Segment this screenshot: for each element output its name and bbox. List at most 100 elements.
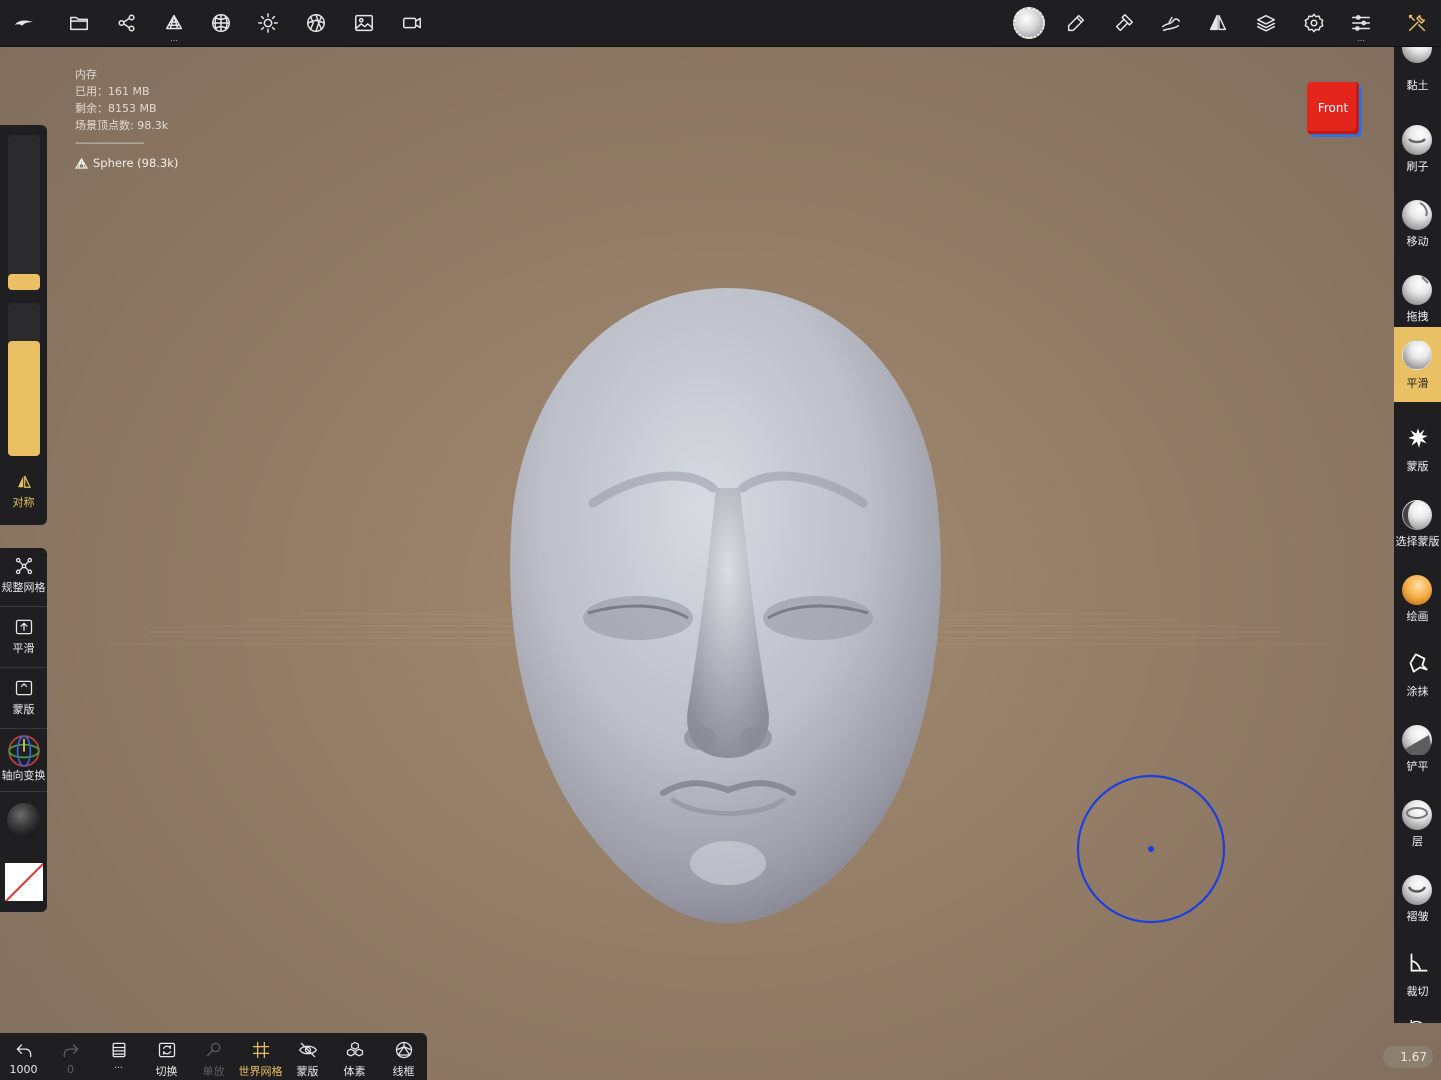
tool-select-mask-label: 选择蒙版 bbox=[1395, 535, 1440, 548]
shading-icon[interactable] bbox=[298, 6, 334, 40]
tool-mask[interactable]: 蒙版 bbox=[1394, 410, 1441, 485]
mesh-icon bbox=[75, 158, 88, 169]
tool-layer[interactable]: 层 bbox=[1394, 785, 1441, 860]
layers-icon[interactable] bbox=[1248, 6, 1284, 40]
toggle-swap-icon bbox=[158, 1042, 175, 1058]
tool-trim[interactable]: 裁切 bbox=[1394, 935, 1441, 1010]
symmetry-toggle[interactable]: 对称 bbox=[0, 467, 47, 517]
right-tool-panel: 黏土 刷子 移动 拖拽 平滑 蒙版 选择蒙版 绘画 涂抹 铲平 层 褶皱 裁切 bbox=[1394, 47, 1441, 1023]
color-swatch[interactable] bbox=[5, 863, 43, 901]
camera-icon[interactable] bbox=[394, 6, 430, 40]
settings-icon[interactable] bbox=[1296, 6, 1332, 40]
smooth-label: 平滑 bbox=[12, 642, 35, 655]
tool-select-mask[interactable]: 选择蒙版 bbox=[1394, 485, 1441, 560]
redo-icon bbox=[63, 1044, 78, 1058]
left-brush-panel: 对称 bbox=[0, 125, 47, 525]
sculpt-viewport[interactable] bbox=[48, 48, 1393, 1033]
tool-trim-label: 裁切 bbox=[1406, 985, 1429, 998]
undo-icon bbox=[16, 1044, 31, 1058]
tool-drag-label: 拖拽 bbox=[1406, 310, 1429, 323]
tool-flatten-label: 铲平 bbox=[1406, 760, 1429, 773]
tool-smudge-label: 涂抹 bbox=[1406, 685, 1429, 698]
tool-crease-label: 褶皱 bbox=[1406, 910, 1429, 923]
tool-smooth-label: 平滑 bbox=[1406, 377, 1429, 390]
symmetry-icon[interactable] bbox=[1200, 6, 1236, 40]
light-icon[interactable] bbox=[250, 6, 286, 40]
tool-brush[interactable]: 刷子 bbox=[1394, 110, 1441, 185]
scene-vertex-count: 场景顶点数: 98.3k bbox=[75, 119, 169, 132]
material-sphere-icon[interactable] bbox=[203, 6, 239, 40]
clay-icon bbox=[1402, 47, 1432, 63]
tool-paint-label: 绘画 bbox=[1406, 610, 1429, 623]
material-preview[interactable] bbox=[7, 803, 41, 837]
radius-slider-fill bbox=[8, 274, 40, 290]
wireframe-label: 线框 bbox=[392, 1065, 415, 1078]
smooth-button[interactable]: 平滑 bbox=[0, 617, 47, 656]
mask-splat-icon bbox=[1408, 428, 1428, 448]
brush-cursor bbox=[1076, 774, 1226, 924]
symmetry-toggle-icon bbox=[17, 475, 31, 488]
mask-button[interactable]: 蒙版 bbox=[0, 678, 47, 717]
background-image-icon[interactable] bbox=[346, 6, 382, 40]
trim-icon bbox=[1410, 953, 1428, 972]
symmetry-label: 对称 bbox=[12, 496, 35, 509]
hammer-icon[interactable] bbox=[1106, 6, 1142, 40]
history-stack-icon bbox=[112, 1042, 125, 1058]
tool-brush-label: 刷子 bbox=[1406, 160, 1429, 173]
smooth-icon bbox=[15, 619, 32, 635]
top-toolbar: ... ... bbox=[0, 0, 1441, 47]
view-cube[interactable]: Front bbox=[1307, 82, 1359, 134]
scene-graph-icon[interactable] bbox=[109, 6, 145, 40]
tool-smooth[interactable]: 平滑 bbox=[1394, 327, 1441, 402]
scene-info: 内存 已用：161 MB 剩余：8153 MB 场景顶点数: 98.3k ---… bbox=[75, 66, 178, 172]
solo-search-icon bbox=[206, 1042, 220, 1057]
smudge-icon bbox=[1409, 653, 1428, 673]
scale-value: 1.67 bbox=[1400, 1050, 1427, 1064]
tool-move[interactable]: 移动 bbox=[1394, 185, 1441, 260]
left-tools-panel: 规整网格 平滑 蒙版 轴向变换 bbox=[0, 548, 47, 912]
intensity-slider[interactable] bbox=[8, 303, 40, 456]
brush-pen-icon[interactable] bbox=[1058, 6, 1094, 40]
remesh-label: 规整网格 bbox=[1, 581, 46, 594]
face-mesh bbox=[510, 288, 941, 923]
wireframe-button[interactable]: 线框 bbox=[380, 1033, 427, 1080]
sliders-icon[interactable]: ... bbox=[1343, 6, 1379, 43]
redo-button[interactable]: 0 bbox=[47, 1033, 94, 1080]
tool-move-label: 移动 bbox=[1406, 235, 1429, 248]
sculpt-stroke-icon[interactable] bbox=[1153, 6, 1189, 40]
tool-more[interactable] bbox=[1394, 1010, 1441, 1023]
logo-icon[interactable] bbox=[6, 6, 42, 40]
tool-paint[interactable]: 绘画 bbox=[1394, 560, 1441, 635]
eye-off-icon bbox=[298, 1042, 317, 1058]
mesh-entry[interactable]: Sphere (98.3k) bbox=[75, 155, 178, 172]
gizmo-icon bbox=[7, 735, 40, 767]
tool-clay-label: 黏土 bbox=[1406, 79, 1429, 92]
gizmo-button[interactable]: 轴向变换 bbox=[0, 734, 47, 783]
tool-mask-label: 蒙版 bbox=[1406, 460, 1429, 473]
remesh-icon bbox=[15, 557, 32, 575]
remesh-button[interactable]: 规整网格 bbox=[0, 556, 47, 595]
mesh-name: Sphere (98.3k) bbox=[93, 156, 179, 170]
voxel-cubes-icon bbox=[346, 1041, 363, 1057]
smooth-ball-icon bbox=[1402, 340, 1432, 370]
bottom-toolbar: 1000 0 ... 切换 单放 世界网格 蒙版 体素 线框 bbox=[0, 1033, 427, 1080]
more-tools-icon bbox=[1410, 1019, 1423, 1023]
tool-drag[interactable]: 拖拽 bbox=[1394, 260, 1441, 335]
tool-crease[interactable]: 褶皱 bbox=[1394, 860, 1441, 935]
tool-flatten[interactable]: 铲平 bbox=[1394, 710, 1441, 785]
scale-indicator[interactable]: 1.67 bbox=[1383, 1046, 1433, 1068]
tool-layer-label: 层 bbox=[1412, 835, 1423, 848]
grid-icon bbox=[252, 1041, 269, 1059]
radius-slider[interactable] bbox=[8, 135, 40, 290]
gizmo-label: 轴向变换 bbox=[1, 769, 46, 782]
tool-smudge[interactable]: 涂抹 bbox=[1394, 635, 1441, 710]
memory-used: 已用：161 MB bbox=[75, 85, 150, 98]
tools-icon[interactable] bbox=[1399, 6, 1435, 40]
folder-icon[interactable] bbox=[61, 6, 97, 40]
sculpt-scene bbox=[108, 288, 1328, 924]
memory-title: 内存 bbox=[75, 68, 97, 81]
topology-icon[interactable]: ... bbox=[156, 6, 192, 43]
paint-ball-icon bbox=[1402, 575, 1432, 605]
active-brush-icon[interactable] bbox=[1011, 6, 1047, 40]
intensity-slider-fill bbox=[8, 341, 40, 456]
